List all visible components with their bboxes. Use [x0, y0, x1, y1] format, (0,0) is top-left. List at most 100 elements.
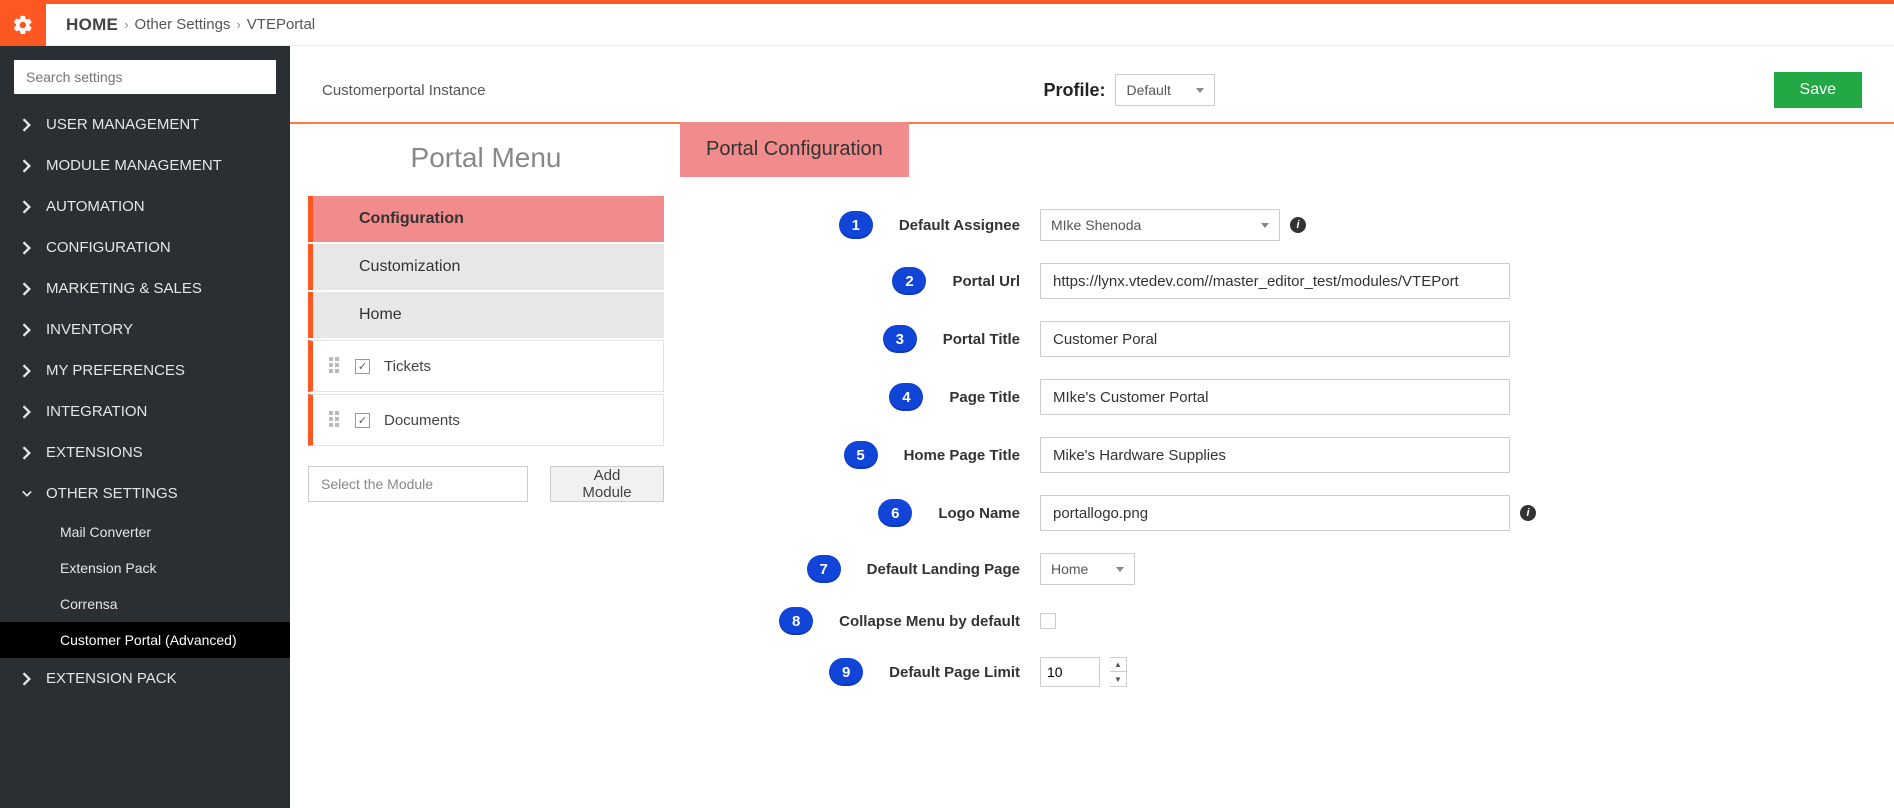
chevron-right-icon: ›: [236, 17, 240, 32]
select-value: Home: [1051, 561, 1088, 577]
chevron-down-icon: [20, 487, 34, 501]
field-home-page-title: 5 Home Page Title: [680, 437, 1874, 473]
sidebar-item-marketing-sales[interactable]: MARKETING & SALES: [0, 268, 290, 309]
sidebar-item-label: MARKETING & SALES: [46, 280, 202, 297]
sidebar-item-label: USER MANAGEMENT: [46, 116, 199, 133]
field-default-landing-page: 7 Default Landing Page Home: [680, 553, 1874, 585]
pm-sub-tickets[interactable]: ✓ Tickets: [308, 340, 664, 392]
step-badge: 1: [839, 211, 873, 239]
step-badge: 5: [844, 441, 878, 469]
sidebar-item-integration[interactable]: INTEGRATION: [0, 391, 290, 432]
field-portal-title: 3 Portal Title: [680, 321, 1874, 357]
chevron-down-icon: [1116, 567, 1124, 572]
sidebar-item-user-management[interactable]: USER MANAGEMENT: [0, 104, 290, 145]
pm-item-customization[interactable]: Customization: [308, 244, 664, 290]
sidebar-item-inventory[interactable]: INVENTORY: [0, 309, 290, 350]
field-label: Default Page Limit: [877, 664, 1040, 681]
gear-icon[interactable]: [0, 4, 46, 46]
sidebar-item-label: MY PREFERENCES: [46, 362, 185, 379]
field-label: Portal Title: [931, 331, 1040, 348]
select-value: MIke Shenoda: [1051, 217, 1141, 233]
field-default-assignee: 1 Default Assignee MIke Shenoda i: [680, 209, 1874, 241]
chevron-right-icon: [20, 159, 34, 173]
field-label: Collapse Menu by default: [827, 613, 1040, 630]
sidebar-item-my-preferences[interactable]: MY PREFERENCES: [0, 350, 290, 391]
breadcrumb-level1[interactable]: Other Settings: [135, 16, 231, 33]
chevron-right-icon: [20, 282, 34, 296]
field-page-title: 4 Page Title: [680, 379, 1874, 415]
spin-down-icon[interactable]: ▼: [1110, 672, 1126, 686]
step-badge: 2: [892, 267, 926, 295]
pm-item-configuration[interactable]: Configuration: [308, 196, 664, 242]
landing-page-select[interactable]: Home: [1040, 553, 1135, 585]
main: Customerportal Instance Profile: Default…: [290, 46, 1894, 808]
sidebar-sub-corrensa[interactable]: Corrensa: [0, 586, 290, 622]
sidebar-submenu: Mail Converter Extension Pack Corrensa C…: [0, 514, 290, 658]
sidebar: USER MANAGEMENT MODULE MANAGEMENT AUTOMA…: [0, 46, 290, 808]
step-badge: 3: [883, 325, 917, 353]
field-portal-url: 2 Portal Url: [680, 263, 1874, 299]
field-collapse-menu: 8 Collapse Menu by default: [680, 607, 1874, 635]
chevron-right-icon: [20, 364, 34, 378]
sidebar-sub-customer-portal[interactable]: Customer Portal (Advanced): [0, 622, 290, 658]
drag-icon[interactable]: [329, 357, 341, 375]
sidebar-item-extensions[interactable]: EXTENSIONS: [0, 432, 290, 473]
profile-select[interactable]: Default: [1115, 74, 1215, 106]
chevron-right-icon: [20, 405, 34, 419]
sidebar-item-module-management[interactable]: MODULE MANAGEMENT: [0, 145, 290, 186]
collapse-menu-checkbox[interactable]: [1040, 613, 1056, 629]
sidebar-item-other-settings[interactable]: OTHER SETTINGS: [0, 473, 290, 514]
sidebar-item-label: CONFIGURATION: [46, 239, 171, 256]
page-limit-input[interactable]: [1040, 657, 1100, 687]
config-tab[interactable]: Portal Configuration: [680, 122, 909, 177]
step-badge: 7: [807, 555, 841, 583]
profile-select-value: Default: [1126, 82, 1170, 98]
sidebar-item-label: EXTENSION PACK: [46, 670, 177, 687]
info-icon[interactable]: i: [1520, 505, 1536, 521]
search-input[interactable]: [14, 60, 276, 94]
field-default-page-limit: 9 Default Page Limit ▲ ▼: [680, 657, 1874, 687]
chevron-right-icon: ›: [124, 17, 128, 32]
breadcrumb: HOME › Other Settings › VTEPortal: [46, 15, 315, 35]
module-select-placeholder: Select the Module: [321, 476, 433, 492]
field-logo-name: 6 Logo Name i: [680, 495, 1874, 531]
home-page-title-input[interactable]: [1040, 437, 1510, 473]
sidebar-sub-extension-pack[interactable]: Extension Pack: [0, 550, 290, 586]
number-spinner[interactable]: ▲ ▼: [1110, 657, 1127, 687]
instance-label: Customerportal Instance: [322, 82, 485, 99]
page-title-input[interactable]: [1040, 379, 1510, 415]
portal-url-input[interactable]: [1040, 263, 1510, 299]
checkbox-icon[interactable]: ✓: [355, 359, 370, 374]
portal-title-input[interactable]: [1040, 321, 1510, 357]
save-button[interactable]: Save: [1774, 72, 1862, 108]
pm-sub-label: Documents: [384, 412, 460, 429]
breadcrumb-home[interactable]: HOME: [66, 15, 118, 35]
chevron-right-icon: [20, 323, 34, 337]
breadcrumb-level2[interactable]: VTEPortal: [247, 16, 315, 33]
module-select[interactable]: Select the Module: [308, 466, 528, 502]
pm-sub-documents[interactable]: ✓ Documents: [308, 394, 664, 446]
checkbox-icon[interactable]: ✓: [355, 413, 370, 428]
profile-label: Profile:: [1043, 80, 1105, 101]
info-icon[interactable]: i: [1290, 217, 1306, 233]
pm-sub-label: Tickets: [384, 358, 431, 375]
sidebar-item-label: OTHER SETTINGS: [46, 485, 178, 502]
chevron-right-icon: [20, 200, 34, 214]
chevron-right-icon: [20, 672, 34, 686]
spin-up-icon[interactable]: ▲: [1110, 658, 1126, 672]
field-label: Default Assignee: [887, 217, 1040, 234]
toolbar: Customerportal Instance Profile: Default…: [290, 46, 1894, 122]
header: HOME › Other Settings › VTEPortal: [0, 4, 1894, 46]
step-badge: 6: [878, 499, 912, 527]
sidebar-sub-mail-converter[interactable]: Mail Converter: [0, 514, 290, 550]
default-assignee-select[interactable]: MIke Shenoda: [1040, 209, 1280, 241]
chevron-down-icon: [1261, 223, 1269, 228]
sidebar-item-extension-pack[interactable]: EXTENSION PACK: [0, 658, 290, 699]
pm-item-home[interactable]: Home: [308, 292, 664, 338]
step-badge: 8: [779, 607, 813, 635]
logo-name-input[interactable]: [1040, 495, 1510, 531]
drag-icon[interactable]: [329, 411, 341, 429]
add-module-button[interactable]: Add Module: [550, 466, 664, 502]
sidebar-item-configuration[interactable]: CONFIGURATION: [0, 227, 290, 268]
sidebar-item-automation[interactable]: AUTOMATION: [0, 186, 290, 227]
